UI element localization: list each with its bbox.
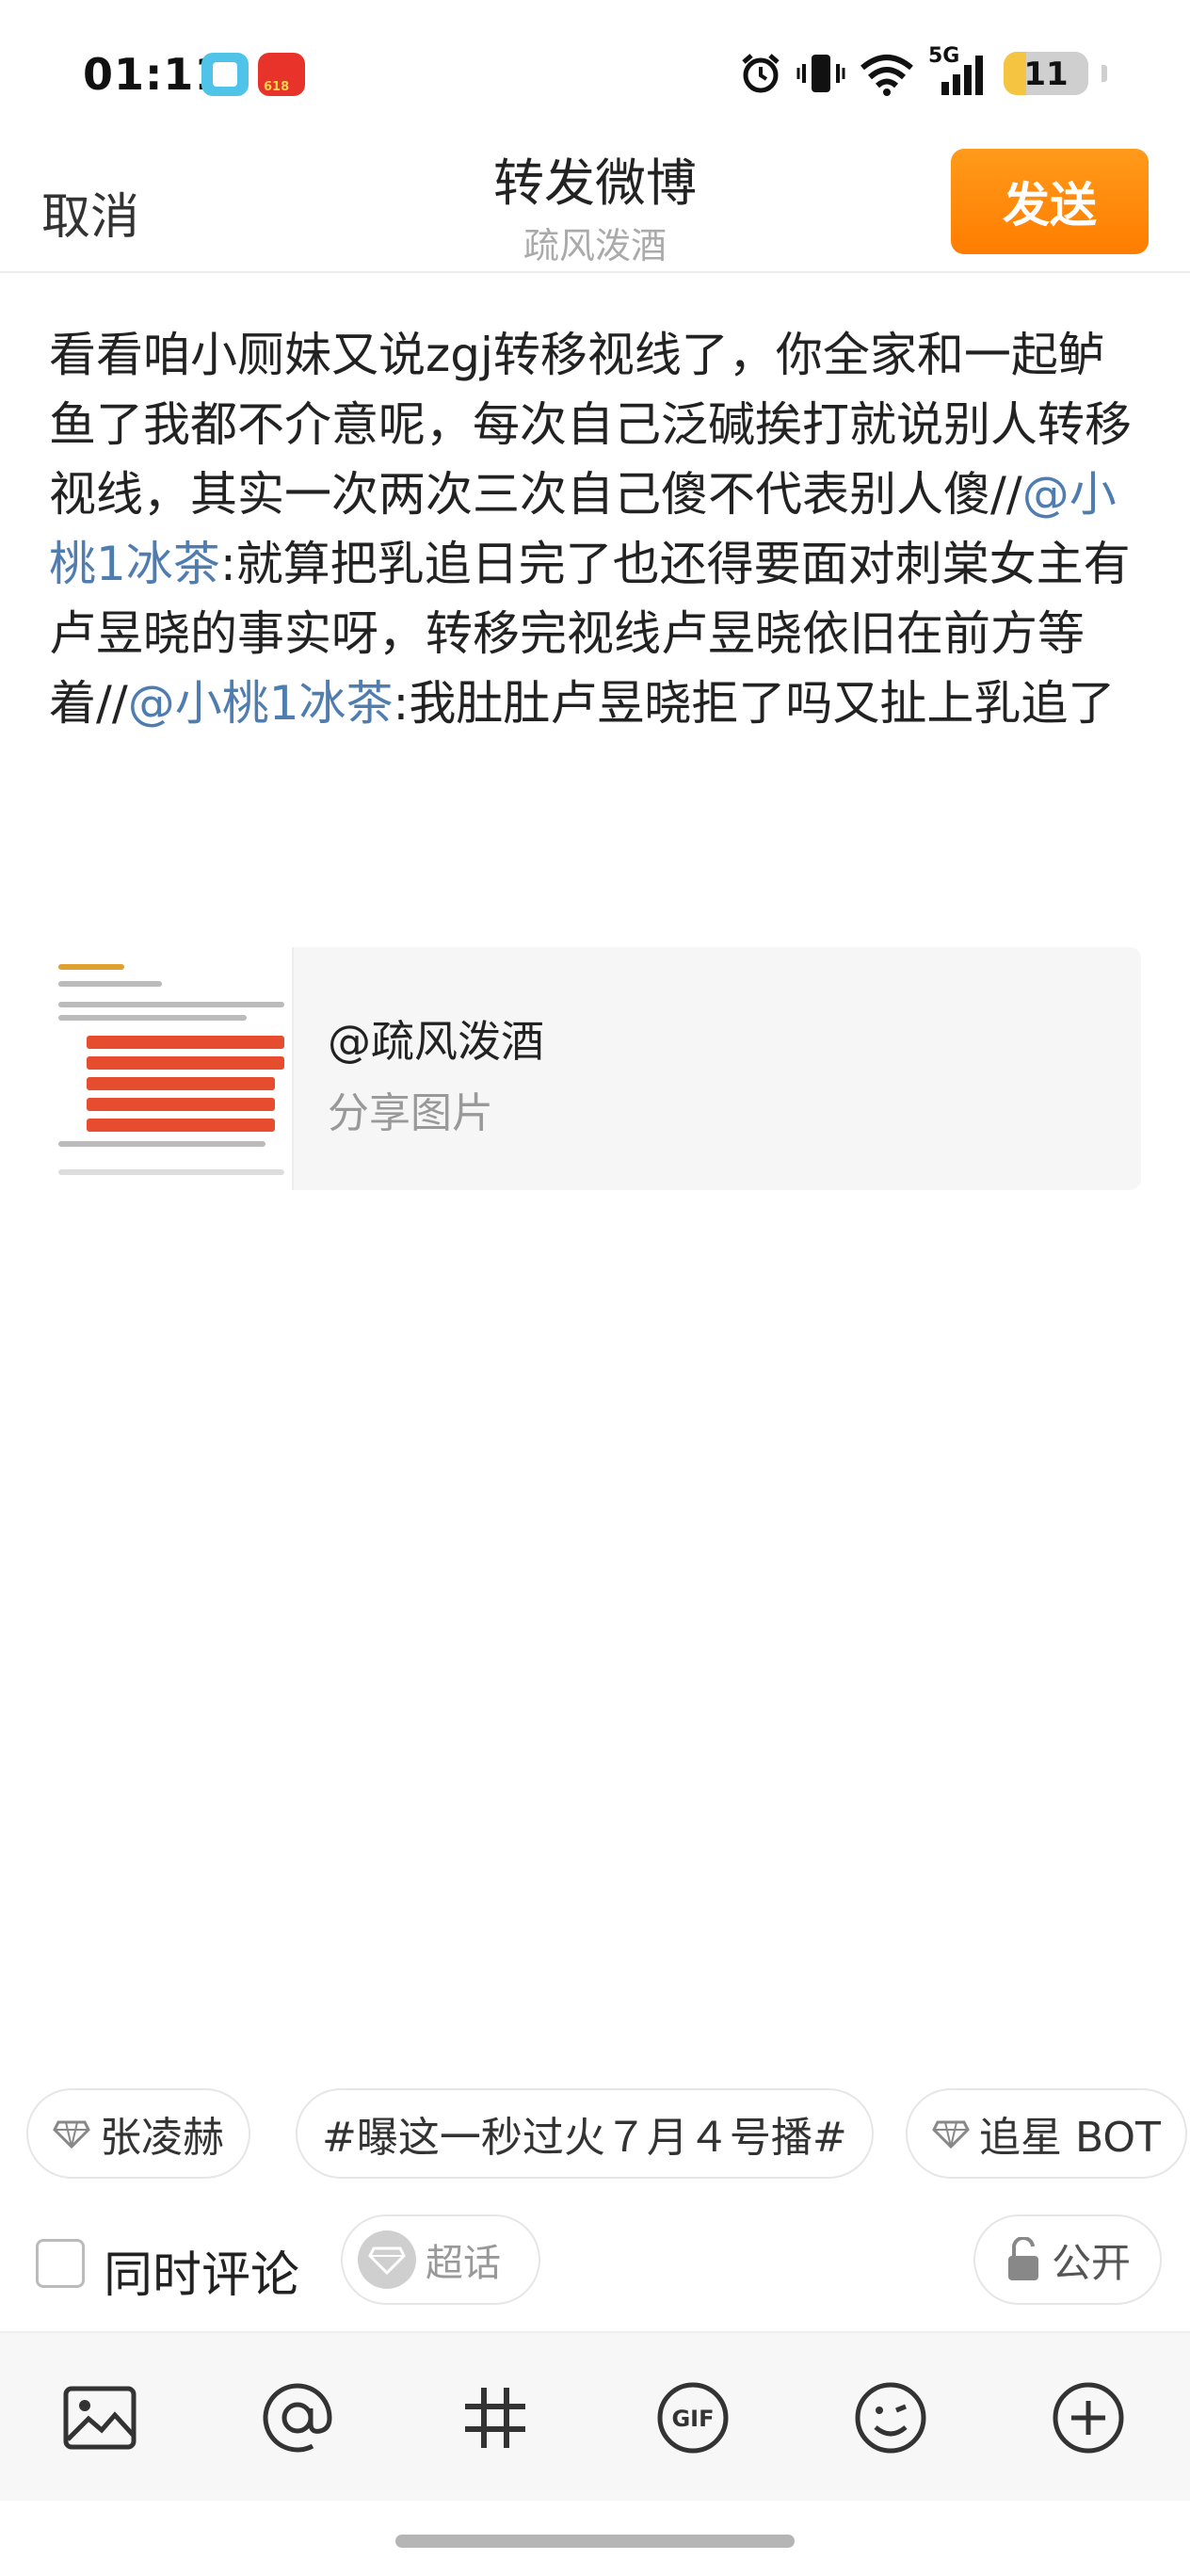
alarm-icon [742, 54, 780, 93]
image-icon [63, 2386, 137, 2450]
super-topic-label: 超话 [426, 2242, 501, 2285]
status-icons: 5G 11 [738, 44, 1107, 100]
cellular-signal-icon: 5G [928, 44, 990, 97]
image-button[interactable] [55, 2373, 145, 2463]
battery-level: 11 [1023, 56, 1069, 93]
plus-icon [1053, 2382, 1124, 2454]
topic-chip-label: 张凌赫 [100, 2114, 224, 2162]
shopping-app-icon: 618 [258, 53, 305, 96]
quoted-post-author: @疏风泼酒 [328, 1016, 544, 1067]
emoji-button[interactable] [845, 2373, 936, 2463]
super-topic-gem-icon [53, 2120, 90, 2149]
repost-screen: 01:11 618 5G 11 取消 转发微博 疏风泼酒 发送 看看咱小厕妹又说… [0, 0, 1190, 2576]
visibility-button[interactable]: 公开 [973, 2214, 1162, 2305]
send-button[interactable]: 发送 [951, 149, 1149, 254]
battery-tip [1102, 65, 1107, 82]
at-icon [263, 2383, 332, 2453]
super-topic-gem-icon [932, 2120, 970, 2149]
reader-app-icon [201, 53, 249, 96]
options-row: 同时评论 超话 公开 [0, 2211, 1190, 2314]
compose-text: :我肚肚卢昱晓拒了吗又扯上乳追了 [393, 676, 1116, 731]
wifi-icon [860, 55, 913, 96]
more-button[interactable] [1043, 2373, 1134, 2463]
super-topic-badge-icon [358, 2230, 416, 2289]
status-bar: 01:11 618 5G 11 [0, 0, 1190, 141]
unlock-icon [1007, 2237, 1038, 2280]
svg-text:GIF: GIF [671, 2406, 714, 2432]
topic-chip-label: #曝这一秒过火７月４号播# [322, 2114, 847, 2162]
topic-chip-label: 追星 BOT [979, 2114, 1161, 2162]
nav-header: 取消 转发微博 疏风泼酒 发送 [0, 141, 1190, 273]
mention-button[interactable] [252, 2373, 343, 2463]
topic-chip[interactable]: #曝这一秒过火７月４号播# [296, 2088, 874, 2179]
hashtag-button[interactable] [450, 2373, 540, 2463]
gif-button[interactable]: GIF [648, 2373, 738, 2463]
vibrate-icon [796, 55, 845, 92]
topic-chip[interactable]: 张凌赫 [26, 2088, 250, 2179]
quoted-post-thumbnail [49, 947, 294, 1190]
hashtag-icon [465, 2388, 525, 2448]
emoji-icon [855, 2382, 926, 2454]
gif-icon: GIF [657, 2382, 729, 2454]
battery-indicator: 11 [1004, 52, 1088, 95]
topic-chip[interactable]: 追星 BOT [906, 2088, 1187, 2179]
quoted-post-card[interactable]: @疏风泼酒 分享图片 [49, 947, 1141, 1190]
topic-suggestions: 张凌赫 #曝这一秒过火７月４号播# 追星 BOT [26, 2088, 1190, 2179]
super-topic-button[interactable]: 超话 [341, 2214, 540, 2305]
compose-toolbar: GIF [0, 2331, 1190, 2501]
mention-link[interactable]: @小桃1冰茶 [128, 676, 394, 731]
comment-too-label[interactable]: 同时评论 [104, 2235, 299, 2306]
repost-text-input[interactable]: 看看咱小厕妹又说zgj转移视线了，你全家和一起鲈鱼了我都不介意呢，每次自己泛碱挨… [49, 320, 1145, 738]
visibility-label: 公开 [1051, 2239, 1131, 2286]
comment-too-checkbox[interactable] [36, 2239, 85, 2288]
home-indicator[interactable] [395, 2535, 795, 2548]
quoted-post-description: 分享图片 [328, 1089, 493, 1137]
compose-text: 看看咱小厕妹又说zgj转移视线了，你全家和一起鲈鱼了我都不介意呢，每次自己泛碱挨… [49, 328, 1132, 522]
